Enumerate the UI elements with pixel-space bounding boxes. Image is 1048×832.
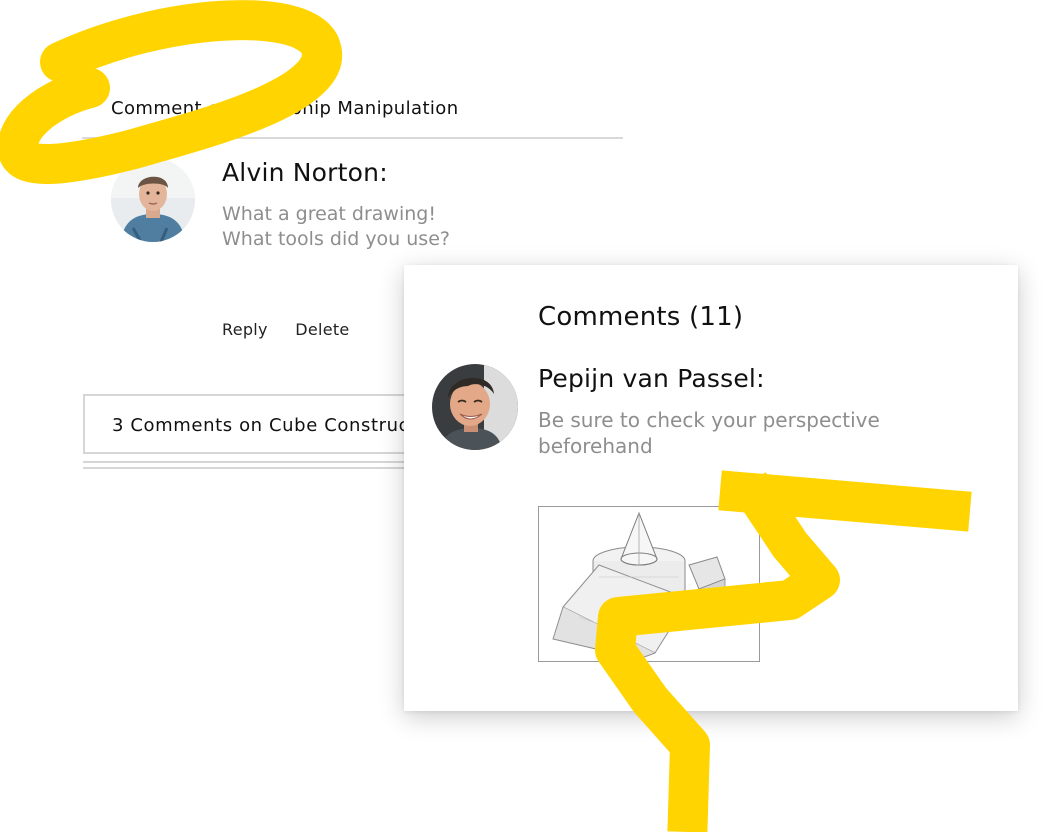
- on-label: on: [208, 98, 232, 119]
- reply-button[interactable]: Reply: [222, 320, 268, 339]
- attachment-thumbnail[interactable]: [538, 506, 760, 662]
- header-divider: [82, 137, 623, 139]
- marker-loop-stroke: [0, 0, 342, 184]
- comment-line-1: Be sure to check your perspective: [538, 408, 880, 432]
- avatar-pepijn-van-passel[interactable]: [432, 364, 518, 450]
- comment-line-2: What tools did you use?: [222, 228, 450, 250]
- comment-author: Alvin Norton:: [222, 158, 388, 187]
- comment-actions: Reply Delete: [222, 320, 350, 339]
- comments-title: Comments (11): [538, 302, 744, 332]
- comment-header: Comment on Thumbnip Manipulation: [111, 98, 459, 119]
- comment-body: What a great drawing! What tools did you…: [222, 202, 542, 252]
- comments-card: Comments (11) Pepijn van Passel: Be sure…: [404, 265, 1018, 711]
- delete-button[interactable]: Delete: [295, 320, 349, 339]
- comments-count-label: 3 Comments on Cube Construction: [112, 415, 447, 436]
- comment-label: Comment: [111, 98, 202, 119]
- sketch-drawing-icon: [539, 507, 759, 661]
- comment-line-2: beforehand: [538, 434, 653, 458]
- topic-link[interactable]: Thumbnip Manipulation: [237, 98, 458, 119]
- comment-line-1: What a great drawing!: [222, 203, 436, 225]
- comment-body: Be sure to check your perspective before…: [538, 407, 898, 459]
- avatar-alvin-norton[interactable]: [111, 158, 195, 242]
- comment-author: Pepijn van Passel:: [538, 364, 765, 393]
